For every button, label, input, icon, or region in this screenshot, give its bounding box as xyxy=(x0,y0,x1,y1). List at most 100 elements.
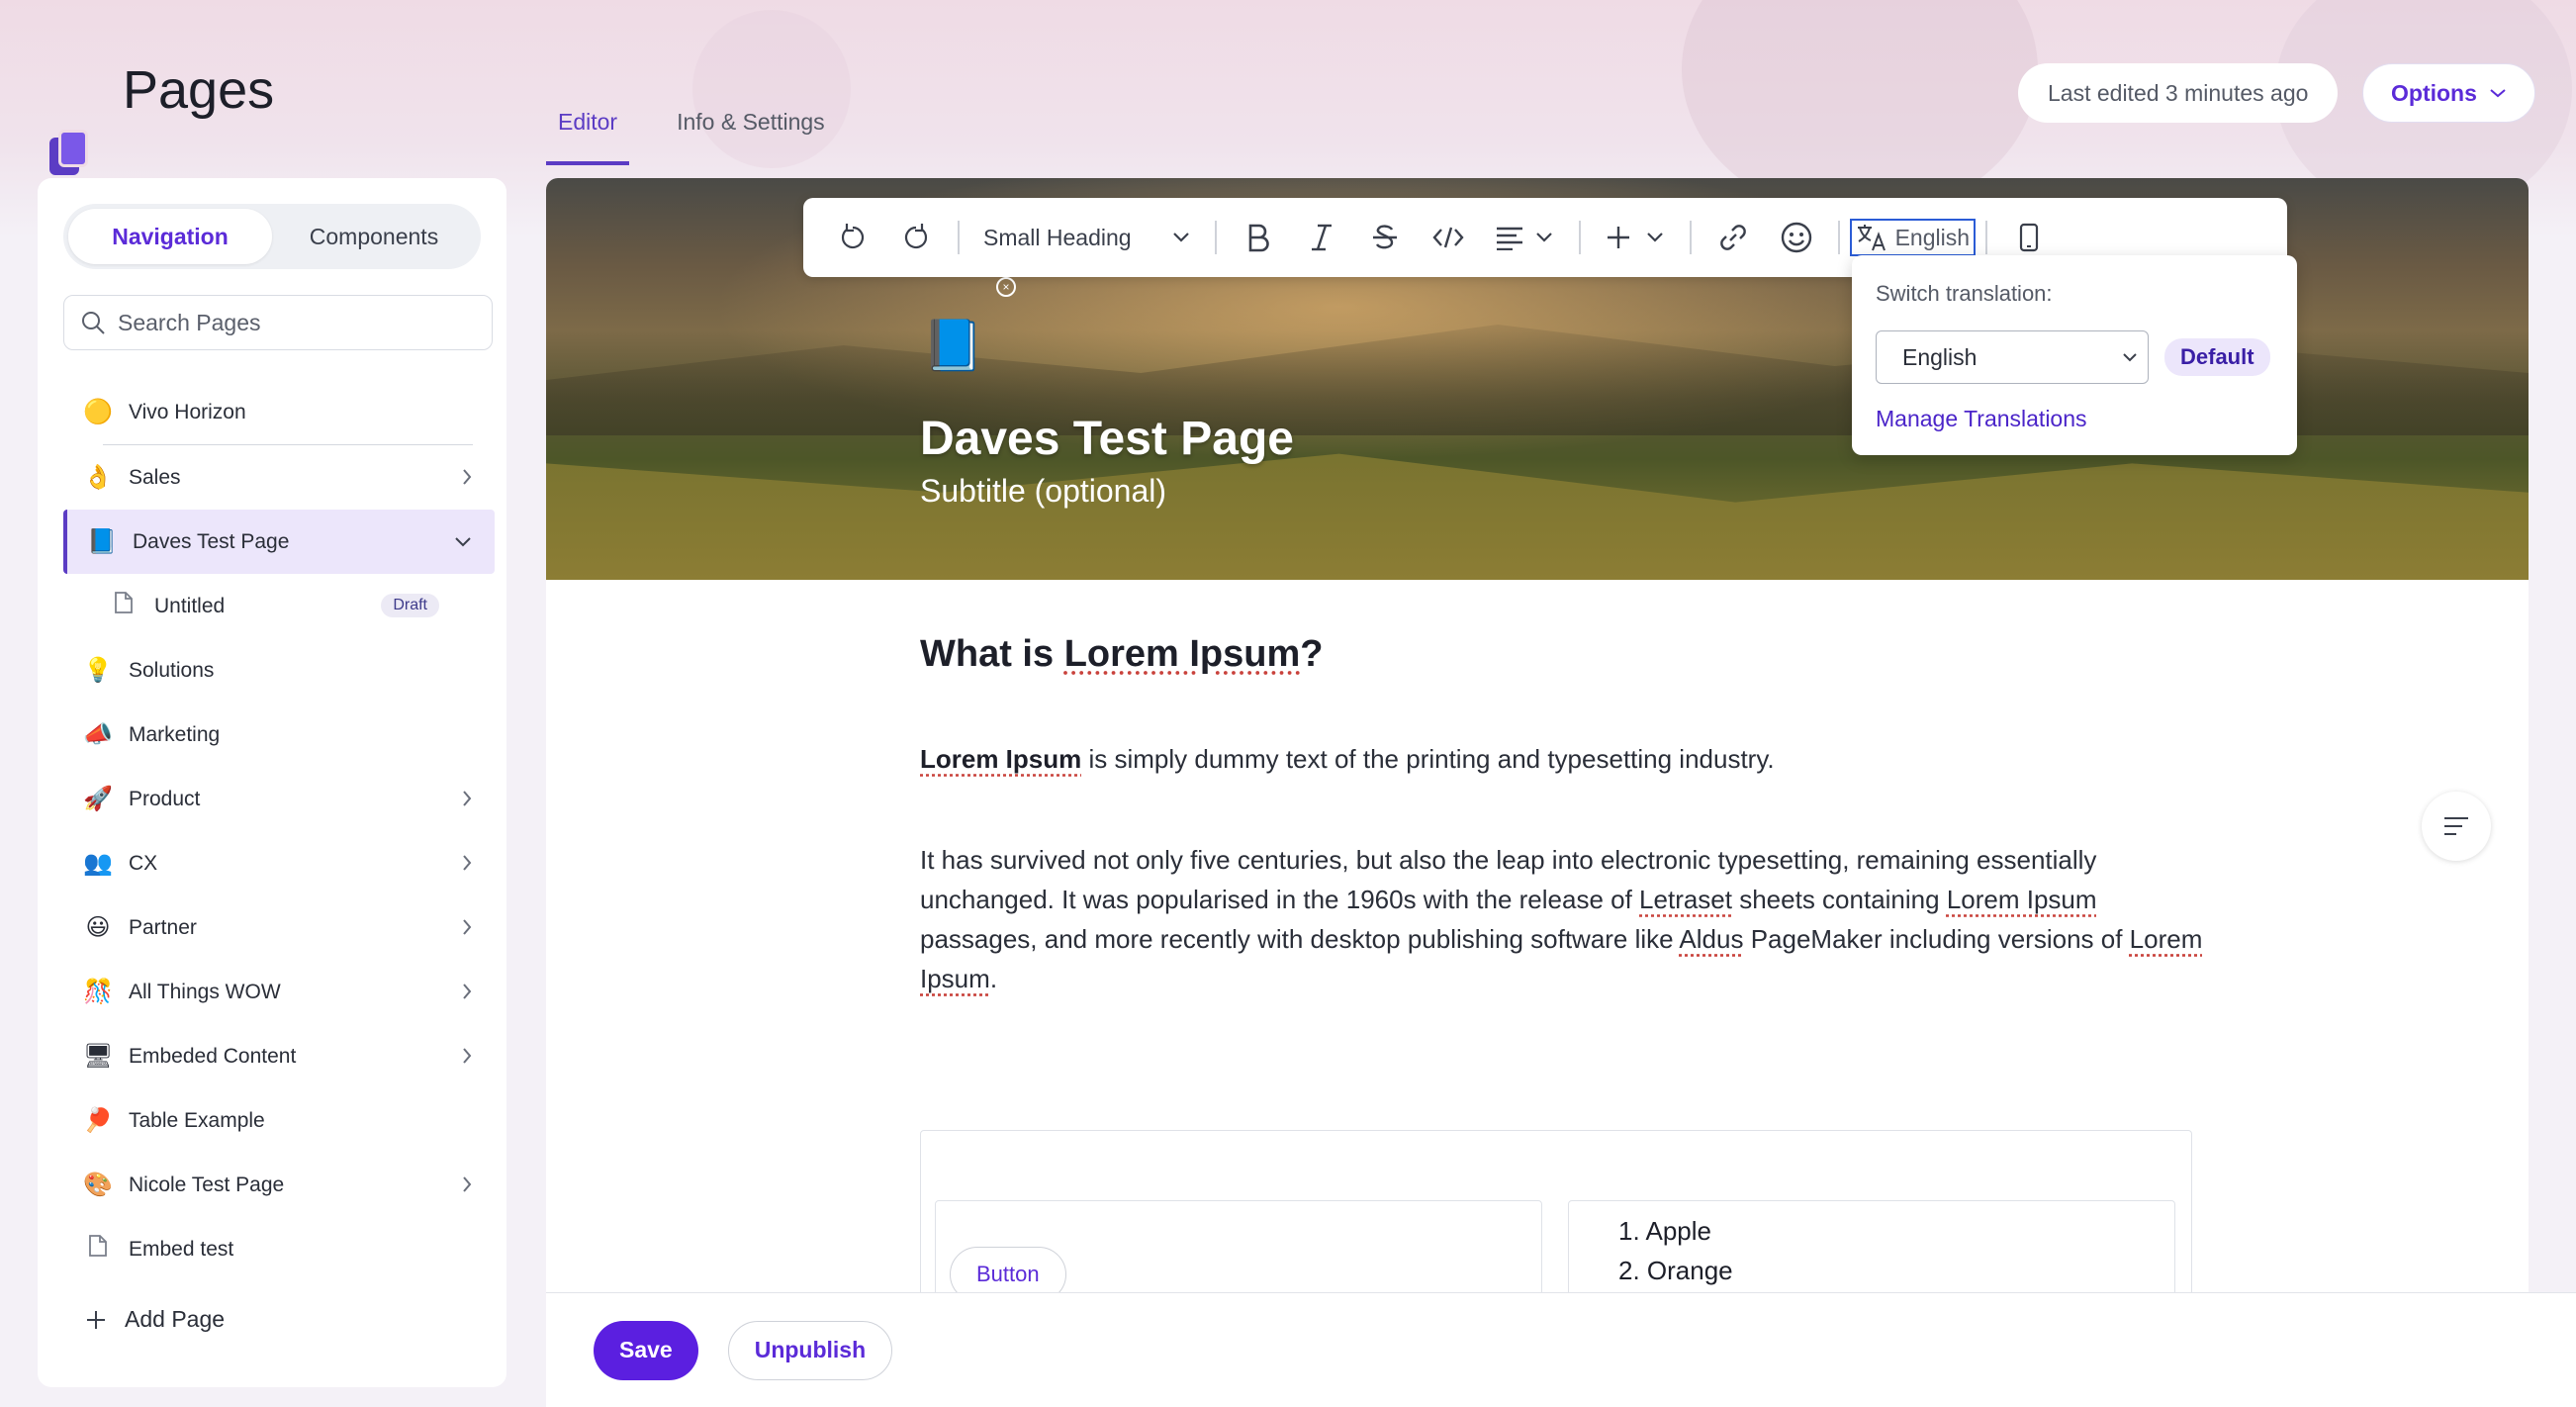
toolbar-divider xyxy=(1985,221,1988,254)
paragraph[interactable]: It has survived not only five centuries,… xyxy=(920,840,2206,998)
translation-button[interactable]: English xyxy=(1849,219,1977,256)
book-icon: 📘 xyxy=(87,528,117,555)
sidebar-item-cx[interactable]: 👥 CX xyxy=(63,831,495,895)
sidebar-item-untitled[interactable]: Untitled Draft xyxy=(63,574,495,638)
sidebar-item-label: Sales xyxy=(129,465,181,489)
sidebar-item-label: Embed test xyxy=(129,1237,234,1261)
document-icon xyxy=(83,1234,113,1265)
chevron-right-icon[interactable] xyxy=(461,853,473,873)
italic-button[interactable] xyxy=(1290,210,1353,265)
sidebar-item-label: Solutions xyxy=(129,658,215,682)
emoji-icon xyxy=(1781,222,1811,253)
add-page-label: Add Page xyxy=(125,1306,226,1332)
content-heading[interactable]: What is Lorem Ipsum? xyxy=(920,633,2206,676)
toolbar-divider xyxy=(1214,221,1217,254)
align-left-icon xyxy=(1496,227,1522,250)
people-icon: 👥 xyxy=(83,850,113,877)
translation-row: English Default xyxy=(1876,330,2273,384)
options-button[interactable]: Options xyxy=(2362,63,2535,123)
sidebar-item-vivo-horizon[interactable]: 🟡 Vivo Horizon xyxy=(63,380,495,444)
sidebar-item-label: Untitled xyxy=(154,594,226,617)
translation-popover: Switch translation: English Default Mana… xyxy=(1852,255,2297,455)
monitor-icon: 🖥 xyxy=(83,1043,114,1070)
list-item[interactable]: 2. Orange xyxy=(1618,1251,1733,1290)
last-edited-status: Last edited 3 minutes ago xyxy=(2018,63,2339,123)
ping-pong-icon: 🏓 xyxy=(83,1107,113,1134)
confetti-icon: 🎊 xyxy=(83,979,113,1005)
translation-select[interactable]: English xyxy=(1876,330,2149,384)
redo-icon xyxy=(904,224,928,249)
emoji-button[interactable] xyxy=(1765,210,1828,265)
undo-button[interactable] xyxy=(821,210,884,265)
block-type-select[interactable]: Small Heading xyxy=(969,225,1205,251)
translation-selected-value: English xyxy=(1902,343,1978,370)
document-icon xyxy=(109,591,138,621)
sidebar-item-marketing[interactable]: 📣 Marketing xyxy=(63,703,495,767)
page-emoji-icon[interactable]: 📘 xyxy=(922,317,983,375)
circle-icon: 🟡 xyxy=(83,399,113,425)
translate-icon xyxy=(1857,225,1886,251)
sidebar: Navigation Components 🟡 Vivo Horizon 👌 S… xyxy=(38,178,506,1387)
segment-components[interactable]: Components xyxy=(272,209,476,264)
page-title[interactable]: Daves Test Page xyxy=(920,412,1294,466)
align-button[interactable] xyxy=(1480,210,1569,265)
chevron-down-icon[interactable] xyxy=(453,535,473,549)
toolbar-divider xyxy=(958,221,960,254)
sidebar-item-partner[interactable]: 😃 Partner xyxy=(63,895,495,960)
chevron-right-icon[interactable] xyxy=(461,467,473,487)
sidebar-item-sales[interactable]: 👌 Sales xyxy=(63,445,495,510)
app-title: Pages xyxy=(123,60,275,120)
unpublish-button[interactable]: Unpublish xyxy=(727,1320,893,1380)
paragraph[interactable]: Lorem Ipsum is simply dummy text of the … xyxy=(920,739,2206,779)
strikethrough-button[interactable] xyxy=(1353,210,1417,265)
chevron-right-icon[interactable] xyxy=(461,917,473,937)
segment-navigation[interactable]: Navigation xyxy=(68,209,272,264)
outline-icon xyxy=(2444,817,2468,835)
outline-toggle-button[interactable] xyxy=(2422,792,2491,861)
remove-icon[interactable]: × xyxy=(996,277,1016,297)
link-button[interactable] xyxy=(1702,210,1765,265)
sidebar-item-nicole-test-page[interactable]: 🎨 Nicole Test Page xyxy=(63,1153,495,1217)
code-icon xyxy=(1431,227,1464,248)
chevron-down-icon xyxy=(1646,233,1663,242)
translation-language: English xyxy=(1894,224,1971,250)
plus-icon xyxy=(1607,227,1629,248)
hand-icon: 👌 xyxy=(83,464,113,491)
chevron-right-icon[interactable] xyxy=(461,982,473,1001)
chevron-right-icon[interactable] xyxy=(461,789,473,808)
sidebar-item-all-things-wow[interactable]: 🎊 All Things WOW xyxy=(63,960,495,1024)
sidebar-item-label: All Things WOW xyxy=(129,980,281,1003)
insert-button[interactable] xyxy=(1591,210,1680,265)
ordered-list[interactable]: 1. Apple 2. Orange xyxy=(1618,1211,1733,1290)
chevron-right-icon[interactable] xyxy=(461,1174,473,1194)
sidebar-item-product[interactable]: 🚀 Product xyxy=(63,767,495,831)
smiley-icon: 😃 xyxy=(85,914,111,941)
list-item[interactable]: 1. Apple xyxy=(1618,1211,1733,1251)
redo-button[interactable] xyxy=(884,210,948,265)
sidebar-item-label: Table Example xyxy=(129,1108,265,1132)
sidebar-item-embed-test[interactable]: Embed test xyxy=(63,1217,495,1281)
sidebar-item-table-example[interactable]: 🏓 Table Example xyxy=(63,1088,495,1153)
tab-editor[interactable]: Editor xyxy=(546,99,630,165)
sidebar-item-embeded-content[interactable]: 🖥 Embeded Content xyxy=(63,1024,495,1088)
mobile-icon xyxy=(2019,223,2039,252)
save-button[interactable]: Save xyxy=(594,1320,698,1380)
search-input[interactable] xyxy=(118,309,474,336)
page-subtitle[interactable]: Subtitle (optional) xyxy=(920,473,1166,510)
search-box xyxy=(63,295,493,350)
add-page-button[interactable]: Add Page xyxy=(85,1306,225,1333)
page-content[interactable]: What is Lorem Ipsum? Lorem Ipsum is simp… xyxy=(920,633,2206,998)
sidebar-item-daves-test-page[interactable]: 📘 Daves Test Page xyxy=(63,510,495,574)
tab-info-settings[interactable]: Info & Settings xyxy=(665,99,837,165)
bold-button[interactable] xyxy=(1227,210,1290,265)
code-button[interactable] xyxy=(1417,210,1480,265)
sidebar-segmented-control: Navigation Components xyxy=(63,204,481,269)
sidebar-item-label: CX xyxy=(129,851,158,875)
sidebar-item-label: Product xyxy=(129,787,201,810)
strikethrough-icon xyxy=(1372,225,1397,249)
default-badge: Default xyxy=(2164,338,2270,376)
editor-tabs: Editor Info & Settings xyxy=(546,99,873,165)
chevron-right-icon[interactable] xyxy=(461,1046,473,1066)
manage-translations-link[interactable]: Manage Translations xyxy=(1876,406,2273,432)
sidebar-item-solutions[interactable]: 💡 Solutions xyxy=(63,638,495,703)
